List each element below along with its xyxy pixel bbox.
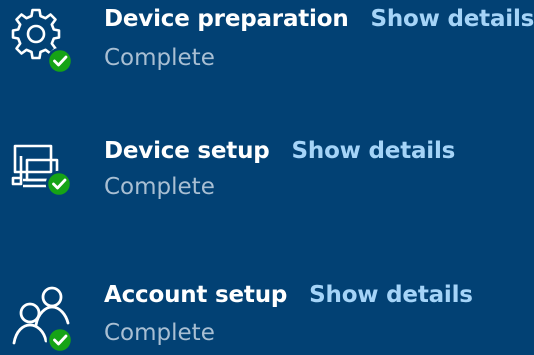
step-account-setup: Account setup Show details Complete (0, 270, 534, 354)
show-details-link[interactable]: Show details (371, 6, 534, 32)
show-details-link[interactable]: Show details (309, 282, 473, 308)
show-details-link[interactable]: Show details (292, 138, 456, 164)
step-title-line: Account setup Show details (104, 282, 473, 308)
step-title-line: Device preparation Show details (104, 6, 534, 32)
people-icon (10, 283, 74, 354)
step-title: Device setup (104, 138, 270, 164)
check-badge-icon (45, 170, 73, 198)
step-status: Complete (104, 174, 215, 200)
step-title: Device preparation (104, 6, 349, 32)
check-badge-icon (46, 47, 74, 74)
check-badge-icon (46, 326, 74, 354)
step-status: Complete (104, 320, 215, 346)
step-status: Complete (104, 45, 215, 71)
devices-icon (7, 140, 73, 204)
step-device-setup: Device setup Show details Complete (0, 130, 534, 214)
step-device-preparation: Device preparation Show details Complete (0, 0, 534, 84)
step-title: Account setup (104, 282, 288, 308)
step-title-line: Device setup Show details (104, 138, 455, 164)
gear-icon (9, 6, 74, 74)
